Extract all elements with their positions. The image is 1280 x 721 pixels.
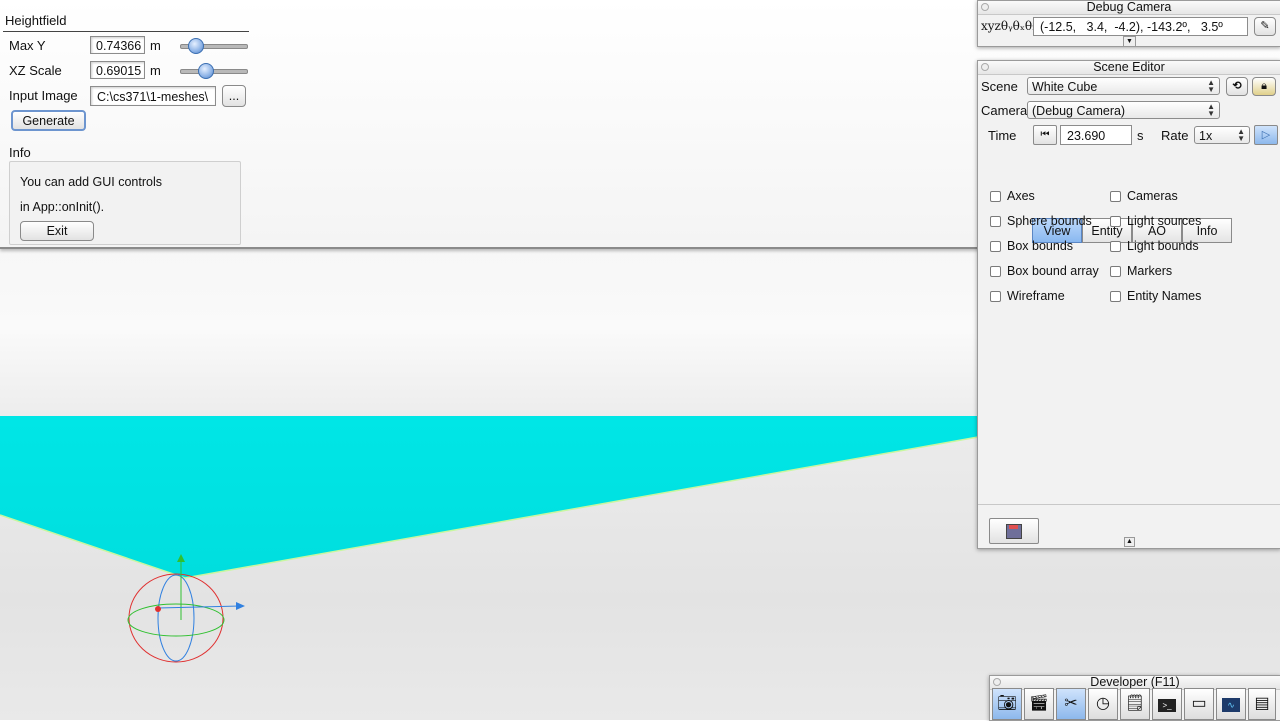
rate-label: Rate bbox=[1161, 128, 1189, 143]
entity-names-label: Entity Names bbox=[1127, 289, 1202, 303]
box-bound-array-label: Box bound array bbox=[1007, 264, 1099, 278]
save-scene-button[interactable] bbox=[989, 518, 1039, 544]
rewind-icon: ⏮ bbox=[1040, 129, 1050, 140]
reset-time-button[interactable]: ⏮ bbox=[1033, 125, 1057, 145]
scene-select[interactable]: White Cube ▲ ▼ bbox=[1027, 77, 1220, 95]
profiler-icon: ∿ bbox=[1222, 698, 1240, 712]
scene-tool-button[interactable]: 🎬︎ bbox=[1024, 688, 1054, 720]
play-button[interactable]: ▷ bbox=[1254, 125, 1278, 145]
light-bounds-label: Light bounds bbox=[1127, 239, 1199, 253]
camera-icon: 📷︎ bbox=[996, 695, 1018, 712]
time-label: Time bbox=[988, 128, 1017, 143]
camera-label: Camera bbox=[981, 103, 1028, 118]
max-y-slider-thumb[interactable] bbox=[188, 38, 205, 54]
markers-checkbox[interactable] bbox=[1110, 266, 1121, 277]
max-y-label: Max Y bbox=[9, 38, 46, 53]
pencil-icon: ✎ bbox=[1260, 20, 1270, 32]
play-icon: ▷ bbox=[1261, 129, 1271, 141]
terminal-icon: >_ bbox=[1158, 699, 1176, 712]
xz-scale-label: XZ Scale bbox=[9, 63, 62, 78]
camera-value: (Debug Camera) bbox=[1032, 104, 1126, 118]
close-icon[interactable] bbox=[981, 3, 989, 11]
axes-checkbox[interactable] bbox=[990, 191, 1001, 202]
generate-button[interactable]: Generate bbox=[11, 110, 86, 131]
windows-button[interactable]: ▭ bbox=[1184, 688, 1214, 720]
collapse-icon[interactable]: ▲ bbox=[1124, 537, 1135, 547]
save-icon bbox=[1006, 524, 1022, 539]
max-y-unit: m bbox=[150, 38, 161, 53]
camera-coords-field[interactable]: (-12.5, 3.4, -4.2), -143.2º, 3.5º bbox=[1033, 17, 1248, 36]
light-sources-label: Light sources bbox=[1127, 214, 1202, 228]
document-button[interactable]: ▤ bbox=[1248, 688, 1276, 720]
camera-tool-button[interactable]: 📷︎ bbox=[992, 688, 1022, 720]
scene-editor-title[interactable]: Scene Editor bbox=[978, 61, 1280, 75]
scene-editor-window: Scene Editor Scene White Cube ▲ ▼ ⟲ 🔒︎ Ca… bbox=[977, 60, 1280, 549]
note-icon: 🗒︎ bbox=[1124, 695, 1146, 712]
max-y-field[interactable]: 0.74366 bbox=[90, 36, 145, 54]
tools-icon: ✂ bbox=[1064, 695, 1078, 712]
scene-value: White Cube bbox=[1032, 80, 1098, 94]
light-bounds-checkbox[interactable] bbox=[1110, 241, 1121, 252]
lock-button[interactable]: 🔒︎ bbox=[1252, 77, 1276, 96]
lock-icon: 🔒︎ bbox=[1261, 80, 1267, 92]
box-bounds-label: Box bounds bbox=[1007, 239, 1074, 253]
updown-arrow-icon: ▲ ▼ bbox=[1207, 78, 1215, 94]
exit-button[interactable]: Exit bbox=[20, 221, 94, 241]
debug-camera-title[interactable]: Debug Camera bbox=[978, 1, 1280, 15]
sphere-bounds-label: Sphere bounds bbox=[1007, 214, 1092, 228]
camera-select[interactable]: (Debug Camera) ▲ ▼ bbox=[1027, 101, 1220, 119]
reload-icon: ⟲ bbox=[1232, 80, 1242, 92]
developer-window: Developer (F11) 📷︎ 🎬︎ ✂ ◷ 🗒︎ >_ ▭ ∿ ▤ bbox=[989, 675, 1280, 721]
windows-icon: ▭ bbox=[1191, 695, 1207, 712]
wireframe-label: Wireframe bbox=[1007, 289, 1065, 303]
time-field[interactable]: 23.690 bbox=[1060, 125, 1132, 145]
info-text-line2: in App::onInit(). bbox=[20, 200, 105, 214]
wireframe-checkbox[interactable] bbox=[990, 291, 1001, 302]
heightfield-title: Heightfield bbox=[5, 13, 67, 28]
xz-scale-slider-thumb[interactable] bbox=[198, 63, 215, 79]
expand-icon[interactable]: ▼ bbox=[1123, 36, 1136, 47]
rate-select[interactable]: 1x ▲ ▼ bbox=[1194, 126, 1250, 144]
axes-label: Axes bbox=[1007, 189, 1035, 203]
input-image-field[interactable]: C:\cs371\1-meshes\ bbox=[90, 86, 216, 106]
cameras-label: Cameras bbox=[1127, 189, 1178, 203]
box-bound-array-checkbox[interactable] bbox=[990, 266, 1001, 277]
close-icon[interactable] bbox=[993, 678, 1001, 686]
note-button[interactable]: 🗒︎ bbox=[1120, 688, 1150, 720]
copy-coords-button[interactable]: ✎ bbox=[1254, 17, 1276, 36]
box-bounds-checkbox[interactable] bbox=[990, 241, 1001, 252]
profiler-button[interactable]: ∿ bbox=[1216, 688, 1246, 720]
cameras-checkbox[interactable] bbox=[1110, 191, 1121, 202]
clock-icon: ◷ bbox=[1096, 695, 1110, 712]
updown-arrow-icon: ▲ ▼ bbox=[1207, 102, 1215, 118]
coords-label: xyzθᵧθₓθ₂ bbox=[981, 19, 1037, 33]
info-label: Info bbox=[9, 145, 31, 160]
markers-label: Markers bbox=[1127, 264, 1173, 278]
heightfield-mesh bbox=[0, 416, 978, 578]
updown-arrow-icon: ▲ ▼ bbox=[1237, 127, 1245, 143]
reload-scene-button[interactable]: ⟲ bbox=[1226, 77, 1248, 96]
xz-scale-unit: m bbox=[150, 63, 161, 78]
light-sources-checkbox[interactable] bbox=[1110, 216, 1121, 227]
clapperboard-icon: 🎬︎ bbox=[1028, 695, 1050, 712]
tools-button[interactable]: ✂ bbox=[1056, 688, 1086, 720]
close-icon[interactable] bbox=[981, 63, 989, 71]
document-icon: ▤ bbox=[1254, 695, 1270, 712]
terminal-button[interactable]: >_ bbox=[1152, 688, 1182, 720]
xz-scale-field[interactable]: 0.69015 bbox=[90, 61, 145, 79]
debug-camera-window: Debug Camera xyzθᵧθₓθ₂ (-12.5, 3.4, -4.2… bbox=[977, 0, 1280, 47]
info-text-line1: You can add GUI controls bbox=[20, 175, 162, 189]
time-unit: s bbox=[1137, 128, 1144, 143]
scene-label: Scene bbox=[981, 79, 1018, 94]
rate-value: 1x bbox=[1199, 129, 1213, 143]
browse-button[interactable]: ... bbox=[222, 85, 246, 107]
title-divider bbox=[3, 31, 249, 32]
clock-button[interactable]: ◷ bbox=[1088, 688, 1118, 720]
bottom-divider bbox=[978, 504, 1280, 505]
input-image-label: Input Image bbox=[9, 88, 78, 103]
sphere-bounds-checkbox[interactable] bbox=[990, 216, 1001, 227]
entity-names-checkbox[interactable] bbox=[1110, 291, 1121, 302]
xz-scale-slider[interactable] bbox=[180, 69, 248, 74]
